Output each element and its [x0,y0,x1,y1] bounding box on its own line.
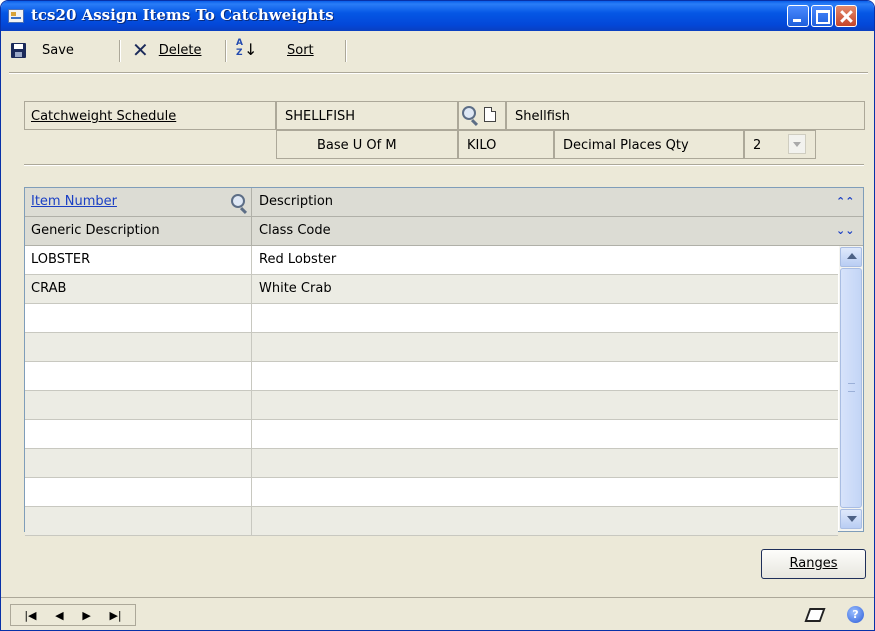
next-record-icon[interactable]: ▶ [82,609,90,622]
table-row[interactable]: CRAB White Crab [25,275,838,304]
toolbar-separator [345,40,347,62]
expand-rows-icon[interactable]: ⌄⌄ [836,222,854,240]
last-record-icon[interactable]: ▶| [109,609,121,622]
save-button[interactable]: Save [11,39,74,61]
grid-header-row: Generic Description Class Code ⌄⌄ [25,217,863,246]
maximize-button[interactable] [811,5,833,27]
description-cell[interactable]: White Crab [259,281,332,296]
delete-label: Delete [158,42,202,58]
delete-button[interactable]: ✕ Delete [132,39,201,61]
base-uom-label: Base U Of M [276,130,458,159]
item-number-header[interactable]: Item Number [31,194,117,209]
description-cell[interactable]: Red Lobster [259,252,336,267]
item-number-cell[interactable]: LOBSTER [31,252,90,267]
title-bar[interactable]: tcs20 Assign Items To Catchweights [1,1,874,31]
scroll-thumb[interactable] [840,268,862,508]
app-window: tcs20 Assign Items To Catchweights Save … [0,0,875,631]
chevron-down-icon[interactable] [788,134,806,154]
toolbar-separator [225,40,227,62]
catchweight-schedule-label[interactable]: Catchweight Schedule [31,109,176,124]
table-row[interactable] [25,478,838,507]
ranges-label: Ranges [789,556,838,571]
toolbar: Save ✕ Delete A Z ↓ Sort [1,31,874,81]
section-divider [24,164,864,166]
scroll-down-icon[interactable] [840,509,862,529]
first-record-icon[interactable]: |◀ [24,609,36,622]
table-row[interactable] [25,333,838,362]
record-navigator: |◀ ◀ ▶ ▶| [10,604,136,626]
note-icon[interactable] [484,107,496,122]
decimal-places-label: Decimal Places Qty [554,130,744,159]
note-icon[interactable] [804,608,826,622]
window-title: tcs20 Assign Items To Catchweights [31,6,334,24]
save-icon [11,42,26,58]
grid-scrollbar[interactable] [839,246,863,531]
grid-header-row: Item Number Description ⌃⌃ [25,188,863,217]
collapse-rows-icon[interactable]: ⌃⌃ [836,193,854,211]
item-number-cell[interactable]: CRAB [31,281,66,296]
delete-icon: ✕ [132,38,149,62]
table-row[interactable] [25,304,838,333]
generic-description-header: Generic Description [31,223,160,238]
table-row[interactable] [25,507,838,536]
lookup-icon[interactable] [462,106,476,120]
window-app-icon [8,9,24,23]
scroll-up-icon[interactable] [840,247,862,267]
table-row[interactable]: LOBSTER Red Lobster [25,246,838,275]
toolbar-separator [119,40,121,62]
ranges-button[interactable]: Ranges [761,549,866,579]
help-icon[interactable]: ? [847,606,864,623]
toolbar-divider [9,72,868,74]
status-bar: |◀ ◀ ▶ ▶| ? [1,597,874,630]
description-header: Description [259,194,334,209]
schedule-label-cell: Catchweight Schedule [24,101,276,130]
table-row[interactable] [25,362,838,391]
schedule-input[interactable]: SHELLFISH [276,101,458,130]
items-grid: Item Number Description ⌃⌃ Generic Descr… [24,187,864,536]
close-button[interactable] [835,5,857,27]
sort-label: Sort [287,42,314,58]
class-code-header: Class Code [259,223,331,238]
table-row[interactable] [25,420,838,449]
table-row[interactable] [25,449,838,478]
table-row[interactable] [25,391,838,420]
lookup-icon[interactable] [231,194,245,208]
minimize-button[interactable] [787,5,809,27]
sort-icon: A Z ↓ [236,38,258,59]
schedule-description: Shellfish [506,101,865,130]
previous-record-icon[interactable]: ◀ [55,609,63,622]
save-label: Save [42,42,74,58]
sort-button[interactable]: A Z ↓ Sort [235,38,314,61]
decimal-places-value: 2 [753,138,762,153]
grid-rows: LOBSTER Red Lobster CRAB White Crab [25,246,838,536]
base-uom-value: KILO [458,130,554,159]
